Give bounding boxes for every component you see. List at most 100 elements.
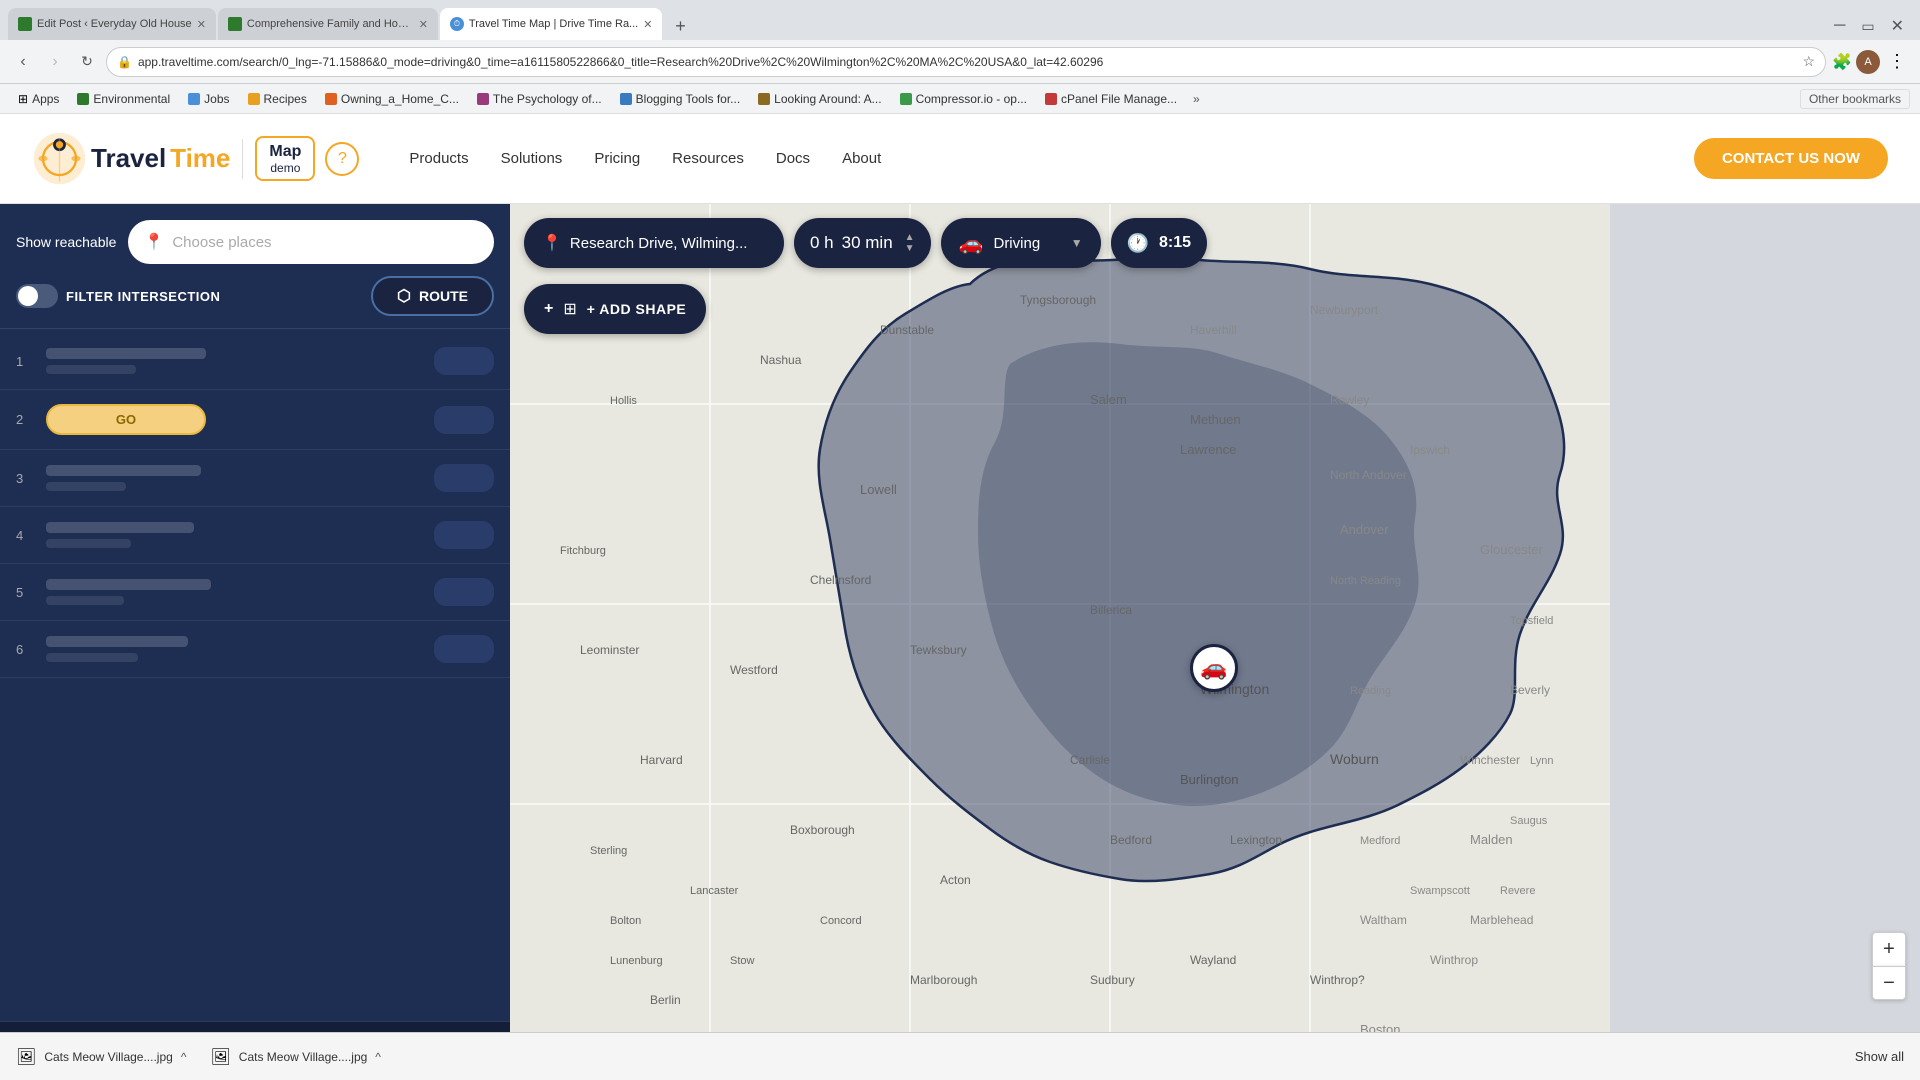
app-main: Travel Time Map demo ? Products Solution… [0, 114, 1920, 1080]
tab-3-active[interactable]: ⏱ Travel Time Map | Drive Time Ra... ✕ [440, 8, 663, 40]
header-nav: Products Solutions Pricing Resources Doc… [409, 150, 881, 167]
result-name-bar-4 [46, 522, 194, 533]
forward-button[interactable]: › [42, 49, 68, 75]
profile-icon[interactable]: A [1856, 50, 1880, 74]
svg-text:Lancaster: Lancaster [690, 885, 739, 897]
tab2-close[interactable]: ✕ [419, 18, 428, 31]
svg-text:Harvard: Harvard [640, 753, 683, 767]
svg-text:Medford: Medford [1360, 835, 1400, 847]
nav-products[interactable]: Products [409, 150, 468, 167]
reload-button[interactable]: ↻ [74, 49, 100, 75]
svg-text:Leominster: Leominster [580, 643, 639, 657]
svg-text:Lawrence: Lawrence [1180, 442, 1236, 457]
nav-resources[interactable]: Resources [672, 150, 744, 167]
contact-us-button[interactable]: CONTACT US NOW [1694, 138, 1888, 179]
plus-icon: + [544, 300, 553, 318]
svg-text:Beverly: Beverly [1510, 683, 1550, 697]
tab1-close[interactable]: ✕ [197, 18, 206, 31]
clock-pill[interactable]: 🕐 8:15 [1111, 218, 1207, 268]
tab-1[interactable]: Edit Post ‹ Everyday Old House ✕ [8, 8, 216, 40]
address-bar[interactable]: 🔒 app.traveltime.com/search/0_lng=-71.15… [106, 47, 1826, 77]
tab-2[interactable]: Comprehensive Family and Hom... ✕ [218, 8, 438, 40]
svg-text:Acton: Acton [940, 873, 971, 887]
more-bookmarks[interactable]: » [1187, 90, 1206, 108]
tab1-label: Edit Post ‹ Everyday Old House [37, 18, 192, 30]
help-button[interactable]: ? [325, 142, 359, 176]
download-chevron-1[interactable]: ^ [181, 1050, 187, 1064]
route-btn[interactable]: ⬡ ROUTE [371, 276, 494, 316]
places-input[interactable]: 📍 Choose places [128, 220, 494, 264]
filter-intersection-btn[interactable]: FILTER INTERSECTION [16, 278, 220, 314]
download-chevron-2[interactable]: ^ [375, 1050, 381, 1064]
nav-solutions[interactable]: Solutions [501, 150, 563, 167]
svg-text:Boxborough: Boxborough [790, 823, 855, 837]
result-sub-bar-1 [46, 365, 136, 374]
tab-bar: Edit Post ‹ Everyday Old House ✕ Compreh… [0, 0, 1920, 40]
download-item-1[interactable]: 🖼 Cats Meow Village....jpg ^ [16, 1047, 186, 1067]
other-bookmarks[interactable]: Other bookmarks [1800, 89, 1910, 109]
svg-text:Andover: Andover [1340, 522, 1389, 537]
result-number-4: 4 [16, 528, 34, 543]
nav-docs[interactable]: Docs [776, 150, 810, 167]
result-item-6[interactable]: 6 [0, 621, 510, 678]
toggle-switch[interactable] [16, 284, 58, 308]
result-item-1[interactable]: 1 [0, 333, 510, 390]
svg-text:Salem: Salem [1090, 392, 1127, 407]
zoom-out-button[interactable]: − [1872, 966, 1906, 1000]
result-item-3[interactable]: 3 [0, 450, 510, 507]
new-tab-button[interactable]: + [666, 12, 694, 40]
bookmark-apps[interactable]: ⊞ Apps [10, 90, 67, 108]
result-item-2[interactable]: 2 GO [0, 390, 510, 450]
search-area: Show reachable 📍 Choose places FILTER IN… [0, 204, 510, 329]
car-marker: 🚗 [1190, 644, 1238, 692]
maximize-button[interactable]: ▭ [1861, 18, 1874, 35]
time-pill[interactable]: 0 h 30 min ▲ ▼ [794, 218, 931, 268]
logo-icon [32, 131, 87, 186]
zoom-in-button[interactable]: + [1872, 932, 1906, 966]
zoom-controls: + − [1872, 932, 1906, 1000]
svg-text:Billerica: Billerica [1090, 603, 1132, 617]
bookmark-environmental[interactable]: Environmental [69, 90, 178, 108]
result-name-bar-1 [46, 348, 206, 359]
back-button[interactable]: ‹ [10, 49, 36, 75]
bookmark-jobs[interactable]: Jobs [180, 90, 237, 108]
transport-mode-pill[interactable]: 🚗 Driving ▼ [941, 218, 1101, 268]
tab3-close[interactable]: ✕ [643, 18, 652, 31]
star-icon[interactable]: ☆ [1803, 53, 1816, 70]
extensions-icon[interactable]: 🧩 [1832, 52, 1852, 72]
bookmark-cpanel[interactable]: cPanel File Manage... [1037, 90, 1185, 108]
bookmark-owning[interactable]: Owning_a_Home_C... [317, 90, 467, 108]
menu-icon[interactable]: ⋮ [1884, 51, 1910, 72]
bookmark-blogging[interactable]: Blogging Tools for... [612, 90, 749, 108]
results-list: 1 2 GO [0, 329, 510, 1021]
time-down-arrow[interactable]: ▼ [905, 244, 915, 254]
result-item-5[interactable]: 5 [0, 564, 510, 621]
contact-label: CONTACT US NOW [1722, 150, 1860, 167]
nav-pricing[interactable]: Pricing [594, 150, 640, 167]
logo-divider [242, 139, 243, 179]
svg-text:Tyngsborough: Tyngsborough [1020, 293, 1096, 307]
download-item-2[interactable]: 🖼 Cats Meow Village....jpg ^ [210, 1047, 380, 1067]
result-item-4[interactable]: 4 [0, 507, 510, 564]
close-button[interactable]: ✕ [1891, 16, 1904, 36]
bookmark-looking[interactable]: Looking Around: A... [750, 90, 889, 108]
location-pill[interactable]: 📍 Research Drive, Wilming... [524, 218, 784, 268]
svg-text:Marlborough: Marlborough [910, 973, 977, 987]
logo-area[interactable]: Travel Time [32, 131, 230, 186]
add-shape-button[interactable]: + ⊞ + ADD SHAPE [524, 284, 706, 334]
nav-about[interactable]: About [842, 150, 881, 167]
result-name-bar-5 [46, 579, 211, 590]
bookmark-psychology[interactable]: The Psychology of... [469, 90, 610, 108]
time-arrows[interactable]: ▲ ▼ [905, 233, 915, 254]
bookmark-compressor[interactable]: Compressor.io - op... [892, 90, 1035, 108]
lock-icon: 🔒 [117, 55, 132, 69]
show-all-button[interactable]: Show all [1855, 1049, 1904, 1064]
bookmark-recipes[interactable]: Recipes [240, 90, 315, 108]
result-info-6 [46, 636, 422, 662]
time-up-arrow[interactable]: ▲ [905, 233, 915, 243]
filter-intersection-label: FILTER INTERSECTION [66, 289, 220, 304]
minimize-button[interactable]: ─ [1834, 17, 1845, 35]
svg-text:Burlington: Burlington [1180, 772, 1239, 787]
tab3-favicon: ⏱ [450, 17, 464, 31]
controls-row: FILTER INTERSECTION ⬡ ROUTE [16, 276, 494, 316]
